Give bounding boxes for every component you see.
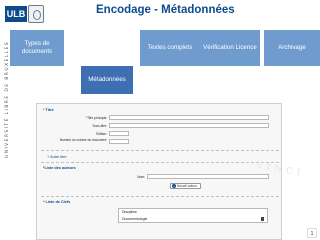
- numero-volume-input[interactable]: [109, 139, 129, 144]
- metadata-form: * Titre *Titre principal: Sous-titre: Éd…: [36, 103, 282, 240]
- step-textes-complets[interactable]: Textes complets: [140, 30, 200, 66]
- nom-label: Nom:: [137, 175, 145, 179]
- add-author-label: Nouvel auteur: [177, 184, 197, 188]
- divider: [41, 162, 279, 163]
- nom-input[interactable]: [147, 174, 269, 179]
- plus-icon: +: [172, 184, 176, 188]
- section-titre: * Titre: [43, 108, 54, 112]
- numero-volume-label: Numéro du volume du document:: [59, 138, 107, 142]
- section-auteurs: *Liste des auteurs: [43, 166, 76, 170]
- page-number: 1: [307, 228, 317, 238]
- step-archivage[interactable]: Archivage: [264, 30, 320, 66]
- titre-principal-input[interactable]: [109, 115, 269, 120]
- slide-title: Encodage - Métadonnées: [96, 4, 235, 16]
- sous-titre-label: Sous-titre:: [92, 124, 107, 128]
- seal-icon: [28, 5, 44, 23]
- discipline-header: Discipline: [122, 210, 137, 214]
- divider: [41, 196, 279, 197]
- sous-titre-input[interactable]: [109, 123, 269, 128]
- ulb-logo: ULB: [2, 2, 50, 30]
- trash-icon[interactable]: [261, 217, 264, 221]
- add-author-button[interactable]: + Nouvel auteur: [170, 183, 201, 189]
- autre-titre-toggle[interactable]: + Autre titre: [47, 155, 67, 159]
- step-metadonnees[interactable]: Métadonnées: [81, 66, 133, 94]
- step-types-de-documents[interactable]: Types de documents: [10, 30, 64, 66]
- edition-input[interactable]: [109, 131, 129, 136]
- clefs-table: Discipline Documentologie: [118, 208, 268, 223]
- section-clefs: * Liste de Clefs: [43, 200, 71, 204]
- divider: [41, 150, 279, 151]
- discipline-value: Documentologie: [122, 217, 148, 221]
- logo-text: ULB: [5, 6, 27, 22]
- titre-principal-label: *Titre principal:: [85, 116, 107, 120]
- step-verification-licence[interactable]: Vérification Licence: [200, 30, 260, 66]
- edition-label: Édition:: [96, 132, 107, 136]
